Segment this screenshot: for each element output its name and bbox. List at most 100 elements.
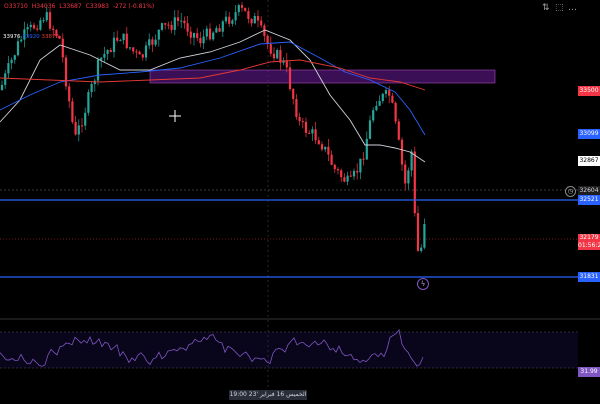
candle	[199, 31, 202, 48]
candle	[237, 3, 240, 17]
candle	[324, 146, 327, 153]
candle	[157, 29, 160, 47]
candle	[416, 206, 420, 252]
price-label-32521: 32521	[578, 195, 600, 205]
candle	[356, 163, 359, 180]
candle	[400, 137, 404, 172]
candle	[116, 30, 119, 43]
candle	[336, 167, 340, 175]
bar-countdown: 01:56:21	[578, 242, 600, 249]
compare-icon[interactable]: ⇅	[542, 3, 550, 13]
candle	[36, 24, 39, 32]
candle	[263, 23, 266, 42]
candle	[394, 101, 397, 125]
rsi-value-label: 31.99	[578, 367, 600, 377]
candle	[423, 218, 426, 250]
candle	[256, 10, 260, 28]
candle	[106, 49, 109, 61]
candle	[84, 107, 87, 130]
lightning-icon[interactable]: ϟ	[417, 278, 429, 290]
candle	[272, 47, 276, 62]
clock-icon[interactable]: ◷	[565, 186, 576, 197]
ma-blue-value: 33920	[22, 34, 40, 40]
candle	[176, 10, 180, 27]
candle	[308, 129, 311, 135]
candle	[346, 171, 349, 186]
candle	[109, 47, 112, 53]
candle	[138, 50, 141, 55]
candle	[260, 16, 263, 28]
candle	[368, 115, 372, 140]
candle	[221, 19, 224, 37]
candle	[141, 53, 144, 61]
candle	[202, 29, 205, 49]
candle	[196, 27, 199, 42]
ohlc-legend: O33710 H34036 L33687 C33983 -272 (-0.81%…	[4, 3, 156, 11]
candle	[224, 10, 228, 24]
candle	[13, 54, 16, 64]
candle	[128, 46, 132, 51]
candle	[74, 116, 77, 136]
candle	[87, 89, 90, 116]
candle	[215, 25, 218, 33]
candle	[154, 34, 157, 47]
fullscreen-icon[interactable]: ⬚	[555, 3, 564, 13]
candle	[333, 163, 336, 173]
candle	[48, 8, 52, 31]
candle	[298, 112, 301, 126]
crosshair-time-label: الخميس 16 فبراير '23 19:00	[229, 390, 307, 400]
candle	[61, 33, 64, 63]
price-label-33500: 33500	[578, 86, 600, 96]
candle	[90, 80, 93, 98]
candle	[29, 21, 32, 32]
ma-legend: 33976 33920 33878	[3, 34, 59, 40]
candle	[125, 26, 128, 50]
candle	[32, 22, 36, 30]
candle	[80, 117, 84, 133]
candle	[212, 31, 215, 41]
candle	[7, 56, 10, 79]
trading-chart[interactable]: O33710 H34036 L33687 C33983 -272 (-0.81%…	[0, 0, 600, 400]
candle	[189, 26, 192, 45]
candle	[330, 150, 333, 166]
candle	[96, 56, 100, 86]
candle	[77, 119, 80, 142]
candle	[365, 131, 368, 160]
candle	[39, 17, 42, 31]
candle	[180, 12, 183, 29]
candle	[327, 138, 330, 162]
current-price: 32179	[579, 234, 599, 241]
ma-red-value: 33878	[41, 34, 60, 40]
candle	[314, 121, 317, 144]
candle	[372, 107, 375, 123]
candle	[205, 25, 208, 41]
price-label-32867: 32867	[578, 156, 600, 166]
candle	[218, 23, 221, 33]
candle	[343, 173, 346, 183]
candle	[276, 48, 279, 60]
candle	[269, 36, 272, 57]
candle	[4, 69, 7, 89]
candle	[391, 92, 394, 104]
candle	[135, 48, 138, 59]
candle	[253, 12, 256, 24]
candle	[10, 57, 13, 70]
candle	[148, 33, 151, 50]
chart-canvas[interactable]	[0, 0, 600, 400]
candle	[240, 1, 244, 12]
candle	[64, 54, 68, 90]
candle	[119, 38, 122, 42]
candle	[381, 92, 384, 104]
candle	[234, 4, 237, 25]
close-value: C33983	[85, 3, 109, 10]
candle	[71, 97, 74, 125]
price-label-33099: 33099	[578, 129, 600, 139]
candle	[317, 136, 320, 145]
candle	[208, 23, 212, 41]
candle	[288, 61, 292, 92]
price-label-31831: 31831	[578, 272, 600, 282]
high-value: H34036	[31, 3, 56, 10]
price-label-current: 32179 01:56:21	[578, 234, 600, 250]
more-icon[interactable]: …	[568, 3, 577, 13]
rsi-pane	[0, 329, 578, 369]
